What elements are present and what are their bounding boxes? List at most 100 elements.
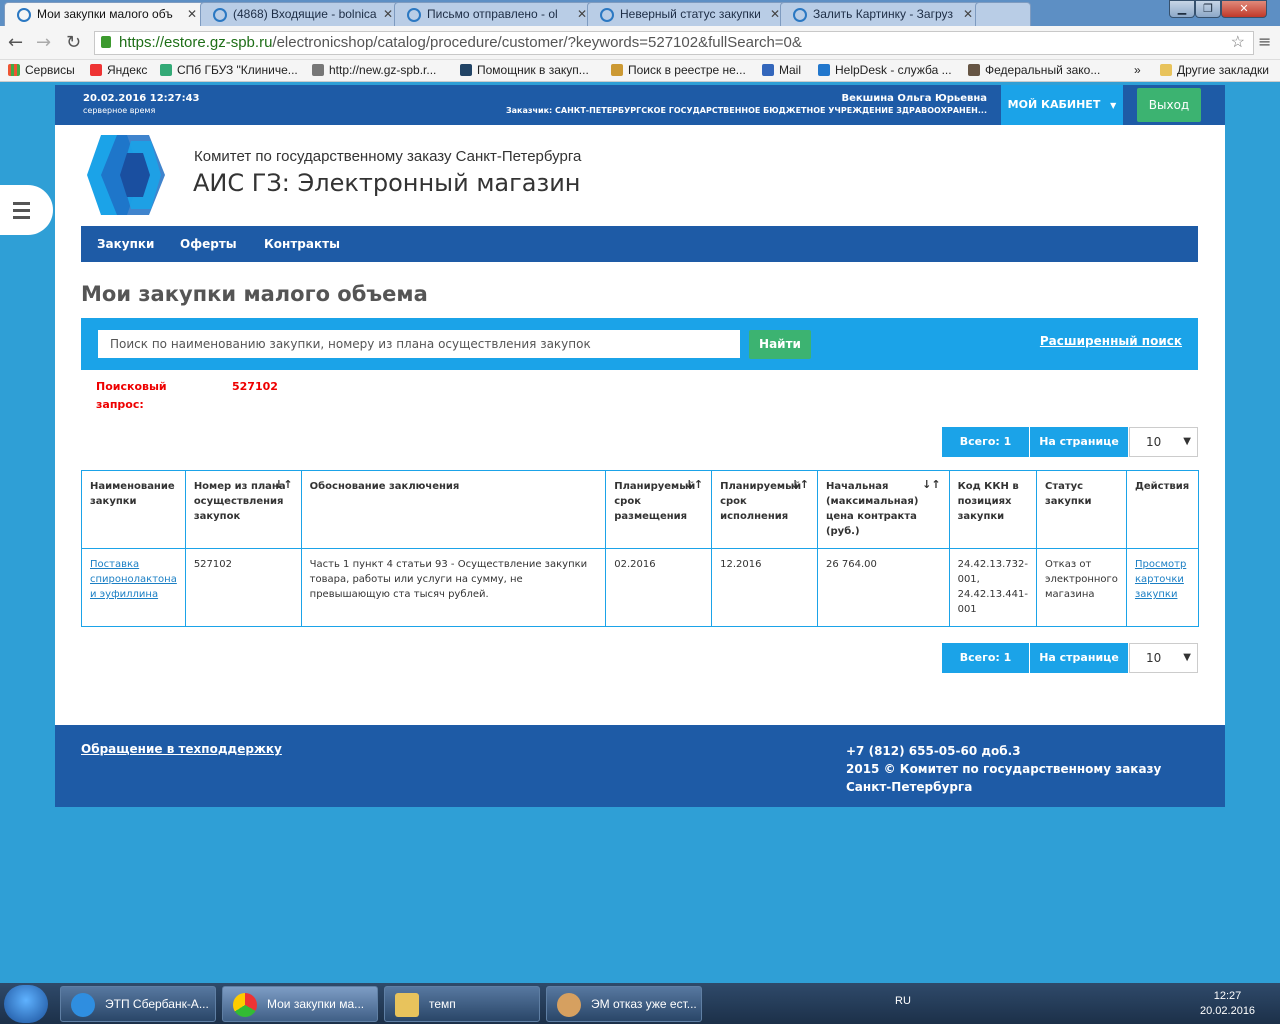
- start-button[interactable]: [4, 985, 48, 1023]
- page-title: Мои закупки малого объема: [81, 282, 428, 306]
- close-icon[interactable]: ✕: [577, 3, 587, 25]
- browser-tab[interactable]: (4868) Входящие - bolnica ✕: [200, 2, 400, 26]
- menu-item-purchases[interactable]: Закупки: [97, 237, 154, 251]
- cell-kkn: 24.42.13.732-001, 24.42.13.441-001: [948, 548, 1037, 627]
- help-icon: [600, 8, 614, 22]
- support-link[interactable]: Обращение в техподдержку: [81, 742, 282, 756]
- ie-icon: [71, 993, 95, 1017]
- close-icon[interactable]: ✕: [963, 3, 973, 25]
- server-datetime: 20.02.2016 12:27:43: [83, 93, 200, 104]
- user-name: Векшина Ольга Юрьевна: [841, 93, 987, 104]
- bookmark-item[interactable]: Поиск в реестре не...: [611, 63, 746, 77]
- table-row: Поставка спиронолактона и эуфиллина 5271…: [81, 548, 1200, 627]
- bookmark-item[interactable]: Яндекс: [90, 63, 147, 77]
- col-kkn: Код ККН в позициях закупки: [948, 470, 1037, 549]
- app-title: АИС ГЗ: Электронный магазин: [193, 169, 581, 197]
- caret-down-icon: ▼: [1183, 652, 1191, 663]
- cell-basis: Часть 1 пункт 4 статьи 93 - Осуществлени…: [300, 548, 607, 627]
- minimize-button[interactable]: ▁: [1169, 0, 1195, 18]
- taskbar-item[interactable]: ЭМ отказ уже ест...: [546, 986, 702, 1022]
- per-page-select[interactable]: 10 ▼: [1129, 643, 1198, 673]
- close-icon[interactable]: ✕: [383, 3, 393, 25]
- cell-execution: 12.2016: [711, 548, 818, 627]
- star-icon[interactable]: ☆: [1231, 32, 1245, 54]
- sort-icon[interactable]: ↓↑: [791, 477, 809, 492]
- bookmark-item[interactable]: http://new.gz-spb.r...: [312, 63, 436, 77]
- bookmark-item[interactable]: Сервисы: [8, 63, 75, 77]
- view-card-link[interactable]: Просмотр карточки закупки: [1135, 559, 1186, 600]
- total-count: Всего: 1: [942, 427, 1029, 457]
- cell-placement: 02.2016: [605, 548, 713, 627]
- purchase-link[interactable]: Поставка спиронолактона и эуфиллина: [90, 559, 177, 600]
- browser-tab[interactable]: Письмо отправлено - ol ✕: [394, 2, 594, 26]
- footer-copyright: 2015 © Комитет по государственному заказ…: [846, 762, 1162, 794]
- col-actions: Действия: [1125, 470, 1200, 549]
- search-button[interactable]: Найти: [749, 330, 811, 359]
- cell-plan-number: 527102: [184, 548, 302, 627]
- hamburger-icon-line: [13, 209, 30, 212]
- taskbar-item[interactable]: ЭТП Сбербанк-А...: [60, 986, 216, 1022]
- main-menu: Закупки Оферты Контракты: [81, 226, 1198, 262]
- customer-name: Заказчик: САНКТ-ПЕТЕРБУРГСКОЕ ГОСУДАРСТВ…: [505, 106, 987, 115]
- caret-down-icon: ▼: [1110, 101, 1117, 110]
- my-cabinet-button[interactable]: МОЙ КАБИНЕТ ▼: [1001, 85, 1123, 125]
- taskbar-item[interactable]: Мои закупки ма...: [222, 986, 378, 1022]
- page-container: 20.02.2016 12:27:43 серверное время Векш…: [55, 85, 1225, 725]
- bookmark-item[interactable]: Помощник в закуп...: [460, 63, 589, 77]
- search-input[interactable]: Поиск по наименованию закупки, номеру из…: [98, 330, 740, 358]
- close-window-button[interactable]: ✕: [1221, 0, 1267, 18]
- purchases-table: Наименование закупки Номер из плана осущ…: [81, 470, 1200, 627]
- mail-icon: [213, 8, 227, 22]
- maximize-button[interactable]: ❐: [1195, 0, 1221, 18]
- search-bar: Поиск по наименованию закупки, номеру из…: [81, 318, 1198, 370]
- clock[interactable]: 12:27 20.02.2016: [1200, 989, 1255, 1019]
- col-execution[interactable]: Планируемый срок исполнения ↓↑: [711, 470, 818, 549]
- url-input[interactable]: https://estore.gz-spb.ru/electronicshop/…: [94, 31, 1254, 55]
- server-time-label: серверное время: [83, 106, 156, 115]
- bookmark-item[interactable]: СПб ГБУЗ "Клиниче...: [160, 63, 298, 77]
- cell-actions: Просмотр карточки закупки: [1125, 548, 1200, 627]
- bookmark-item[interactable]: Mail: [762, 63, 801, 77]
- footer: Обращение в техподдержку +7 (812) 655-05…: [55, 725, 1225, 807]
- table-header-row: Наименование закупки Номер из плана осущ…: [81, 470, 1200, 549]
- forward-icon[interactable]: →: [36, 32, 51, 53]
- bookmark-item[interactable]: Федеральный зако...: [968, 63, 1100, 77]
- menu-item-offers[interactable]: Оферты: [180, 237, 237, 251]
- browser-tabstrip: Мои закупки малого объ ✕ (4868) Входящие …: [0, 0, 1280, 26]
- per-page-label: На странице: [1030, 643, 1128, 673]
- bookmark-item[interactable]: HelpDesk - служба ...: [818, 63, 952, 77]
- logo-icon: [87, 135, 165, 215]
- image-icon: [793, 8, 807, 22]
- browser-tab[interactable]: Неверный статус закупки ✕: [587, 2, 787, 26]
- footer-phone: +7 (812) 655-05-60 доб.3: [846, 744, 1021, 758]
- cell-name: Поставка спиронолактона и эуфиллина: [81, 548, 186, 627]
- close-icon[interactable]: ✕: [770, 3, 780, 25]
- per-page-label: На странице: [1030, 427, 1128, 457]
- close-icon[interactable]: ✕: [187, 3, 197, 25]
- taskbar-item[interactable]: темп: [384, 986, 540, 1022]
- other-bookmarks[interactable]: Другие закладки: [1160, 63, 1269, 77]
- mail-icon: [407, 8, 421, 22]
- browser-tab[interactable]: Залить Картинку - Загруз ✕: [780, 2, 980, 26]
- col-plan-number[interactable]: Номер из плана осуществления закупок ↓↑: [184, 470, 302, 549]
- sidebar-toggle-button[interactable]: [0, 185, 53, 235]
- reload-icon[interactable]: ↻: [66, 32, 81, 53]
- new-tab-button[interactable]: [975, 2, 1031, 26]
- total-count: Всего: 1: [942, 643, 1029, 673]
- sort-icon[interactable]: ↓↑: [274, 477, 292, 492]
- chrome-icon: [233, 993, 257, 1017]
- sort-icon[interactable]: ↓↑: [685, 477, 703, 492]
- per-page-select[interactable]: 10 ▼: [1129, 427, 1198, 457]
- browser-tab[interactable]: Мои закупки малого объ ✕: [4, 2, 204, 26]
- menu-icon[interactable]: ≡: [1258, 32, 1271, 51]
- bookmarks-overflow[interactable]: »: [1134, 63, 1141, 77]
- back-icon[interactable]: ←: [8, 32, 23, 53]
- exit-button[interactable]: Выход: [1137, 88, 1201, 122]
- menu-item-contracts[interactable]: Контракты: [264, 237, 340, 251]
- col-placement[interactable]: Планируемый срок размещения ↓↑: [605, 470, 713, 549]
- language-indicator[interactable]: RU: [895, 995, 911, 1007]
- top-bar: 20.02.2016 12:27:43 серверное время Векш…: [55, 85, 1225, 125]
- advanced-search-link[interactable]: Расширенный поиск: [1040, 334, 1182, 348]
- col-price[interactable]: Начальная (максимальная) цена контракта …: [816, 470, 950, 549]
- sort-icon[interactable]: ↓↑: [922, 477, 940, 492]
